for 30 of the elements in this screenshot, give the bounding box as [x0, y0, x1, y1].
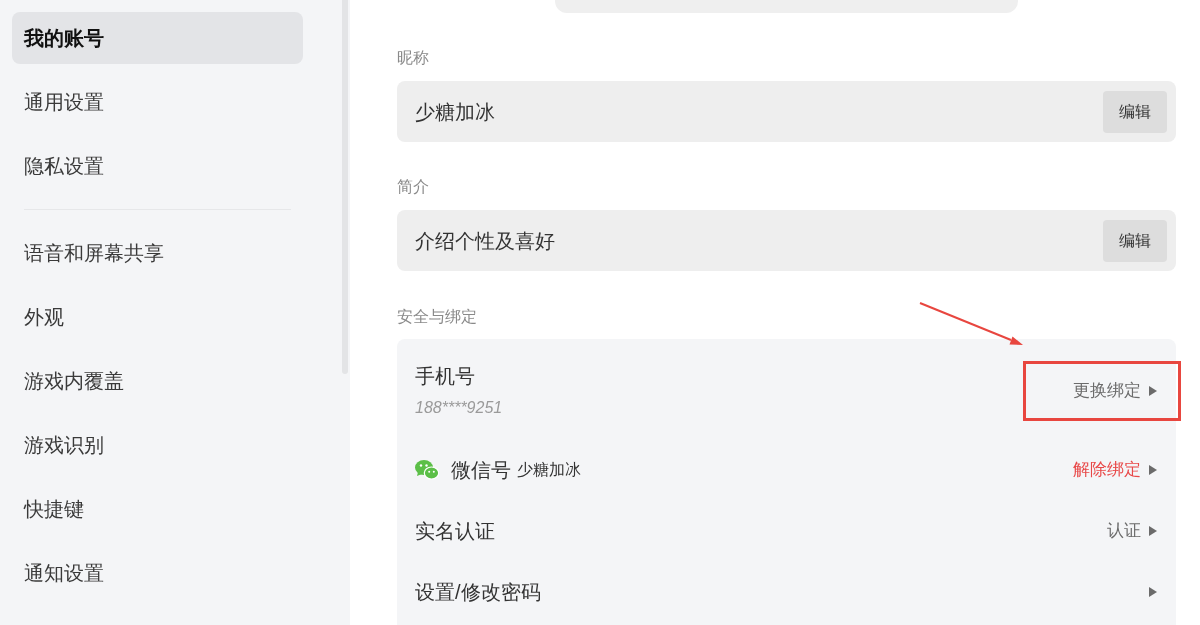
edit-button[interactable]: 编辑 [1103, 90, 1167, 133]
caret-icon[interactable] [1149, 586, 1157, 597]
action-link[interactable]: 解除绑定 [1073, 458, 1157, 481]
caret-icon [1149, 464, 1157, 475]
row-title: 实名认证 [415, 518, 495, 544]
row-title: 设置/修改密码 [415, 579, 541, 605]
sidebar-item[interactable]: 快捷键 [12, 483, 303, 535]
sidebar-item[interactable]: 语音和屏幕共享 [12, 227, 303, 279]
action-link[interactable]: 更换绑定 [1073, 380, 1157, 402]
caret-icon [1149, 386, 1157, 396]
caret-icon [1149, 525, 1157, 536]
phone-number: 188****9251 [415, 398, 503, 418]
sidebar-item[interactable]: 游戏识别 [12, 419, 303, 471]
sidebar-item[interactable]: 通用设置 [12, 76, 303, 128]
edit-button[interactable]: 编辑 [1103, 219, 1167, 262]
sidebar-item[interactable]: 外观 [12, 291, 303, 343]
sidebar-item[interactable]: 游戏内覆盖 [12, 355, 303, 407]
sidebar-item[interactable]: 通知设置 [12, 547, 303, 599]
chat-bubbles-icon [415, 459, 439, 480]
sidebar-item[interactable]: 我的账号 [12, 12, 303, 64]
account-name: 少糖加冰 [517, 459, 581, 480]
field-value: 介绍个性及喜好 [415, 228, 555, 254]
action-link[interactable]: 认证 [1107, 519, 1157, 542]
section-label: 安全与绑定 [397, 307, 478, 327]
row-title: 手机号 [415, 364, 476, 389]
row-title: 微信号 [451, 457, 511, 483]
section-label: 简介 [397, 177, 430, 197]
field-value: 少糖加冰 [415, 99, 495, 125]
sidebar-item[interactable]: 隐私设置 [12, 140, 303, 192]
section-label: 昵称 [397, 48, 430, 68]
